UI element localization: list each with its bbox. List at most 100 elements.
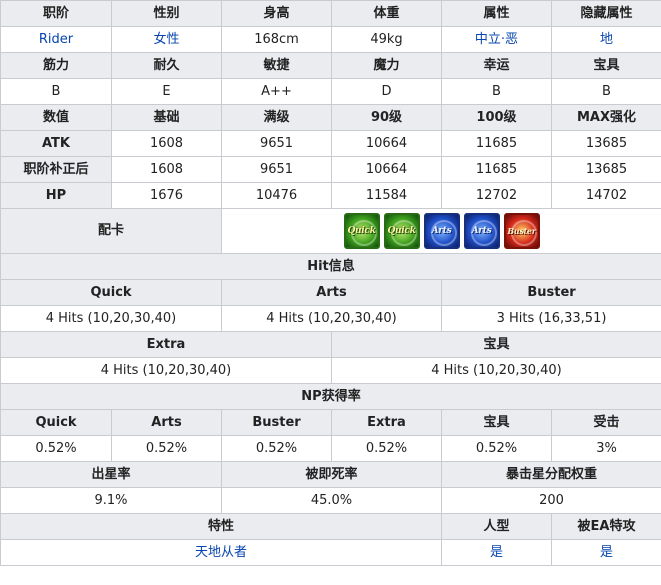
atk-max-enhance: 13685 [551, 130, 661, 157]
np-gain-extra-value: 0.52% [331, 435, 442, 462]
np-gain-title-row: NP获得率 [0, 383, 661, 410]
np-hits-header: 宝具 [331, 331, 661, 358]
np-gain-np-header: 宝具 [441, 409, 552, 436]
atk-90: 10664 [331, 130, 442, 157]
basic-value-row: Rider 女性 168cm 49kg 中立·恶 地 [0, 26, 661, 53]
level-90-header: 90级 [331, 104, 442, 131]
strength-header: 筋力 [0, 52, 112, 79]
luck-value: B [441, 78, 552, 105]
corrected-atk-label: 职阶补正后 [0, 156, 112, 183]
level-100-header: 100级 [441, 104, 552, 131]
base-header: 基础 [111, 104, 222, 131]
traits-link[interactable]: 天地从者 [195, 545, 247, 560]
arts-hits-value: 4 Hits (10,20,30,40) [221, 305, 442, 332]
hit-header-row: Quick Arts Buster [0, 279, 661, 306]
basic-header-row: 职阶 性别 身高 体重 属性 隐藏属性 [0, 0, 661, 27]
hp-base: 1676 [111, 182, 222, 209]
quick-hits-value: 4 Hits (10,20,30,40) [0, 305, 222, 332]
hp-max-enhance: 14702 [551, 182, 661, 209]
luck-header: 幸运 [441, 52, 552, 79]
np-gain-quick-header: Quick [0, 409, 112, 436]
quick-card-icon[interactable]: Quick [343, 213, 380, 249]
params-value-row: B E A++ D B B [0, 78, 661, 105]
np-gain-arts-value: 0.52% [111, 435, 222, 462]
atk-max: 9651 [221, 130, 332, 157]
class-link[interactable]: Rider [39, 32, 73, 47]
corrected-atk-90: 10664 [331, 156, 442, 183]
stats-header-row: 数值 基础 满级 90级 100级 MAX强化 [0, 104, 661, 131]
arts-card-icon[interactable]: Arts [463, 213, 500, 249]
buster-card-icon[interactable]: Buster [503, 213, 540, 249]
np-gain-buster-header: Buster [221, 409, 332, 436]
atk-base: 1608 [111, 130, 222, 157]
alignment-header: 属性 [441, 0, 552, 27]
extra-hits-header: Extra [0, 331, 332, 358]
alignment-link[interactable]: 中立·恶 [475, 32, 518, 47]
arts-hits-header: Arts [221, 279, 442, 306]
buster-hits-value: 3 Hits (16,33,51) [441, 305, 661, 332]
quick-card-icon[interactable]: Quick [383, 213, 420, 249]
death-rate-value: 45.0% [221, 487, 442, 514]
star-weight-header: 暴击星分配权重 [441, 461, 661, 488]
corrected-atk-base: 1608 [111, 156, 222, 183]
hit-title-row: Hit信息 [0, 253, 661, 280]
np-gain-buster-value: 0.52% [221, 435, 332, 462]
atk-100: 11685 [441, 130, 552, 157]
star-weight-value: 200 [441, 487, 661, 514]
class-header: 职阶 [0, 0, 112, 27]
humanoid-header: 人型 [441, 513, 552, 540]
mana-header: 魔力 [331, 52, 442, 79]
traits-header-row: 特性 人型 被EA特攻 [0, 513, 661, 540]
hp-max: 10476 [221, 182, 332, 209]
alignment-cell: 中立·恶 [441, 26, 552, 53]
card-deck: Quick Quick Arts Arts Buster [224, 213, 659, 249]
weight-value: 49kg [331, 26, 442, 53]
corrected-atk-row: 职阶补正后 1608 9651 10664 11685 13685 [0, 156, 661, 183]
class-cell: Rider [0, 26, 112, 53]
hp-row: HP 1676 10476 11584 12702 14702 [0, 182, 661, 209]
max-level-header: 满级 [221, 104, 332, 131]
endurance-value: E [111, 78, 222, 105]
ea-weak-link[interactable]: 是 [600, 545, 613, 560]
hit-header-row-2: Extra 宝具 [0, 331, 661, 358]
np-gain-defense-value: 3% [551, 435, 661, 462]
buster-hits-header: Buster [441, 279, 661, 306]
weight-header: 体重 [331, 0, 442, 27]
np-gain-np-value: 0.52% [441, 435, 552, 462]
np-gain-header-row: Quick Arts Buster Extra 宝具 受击 [0, 409, 661, 436]
traits-value-row: 天地从者 是 是 [0, 539, 661, 566]
np-gain-value-row: 0.52% 0.52% 0.52% 0.52% 0.52% 3% [0, 435, 661, 462]
quick-hits-header: Quick [0, 279, 222, 306]
star-value-row: 9.1% 45.0% 200 [0, 487, 661, 514]
corrected-atk-100: 11685 [441, 156, 552, 183]
gender-link[interactable]: 女性 [153, 32, 179, 47]
death-rate-header: 被即死率 [221, 461, 442, 488]
np-gain-title: NP获得率 [0, 383, 661, 410]
agility-value: A++ [221, 78, 332, 105]
ea-weak-cell: 是 [551, 539, 661, 566]
humanoid-link[interactable]: 是 [490, 545, 503, 560]
traits-cell: 天地从者 [0, 539, 442, 566]
np-hits-value: 4 Hits (10,20,30,40) [331, 357, 661, 384]
np-param-value: B [551, 78, 661, 105]
ea-weak-header: 被EA特攻 [551, 513, 661, 540]
hit-value-row: 4 Hits (10,20,30,40) 4 Hits (10,20,30,40… [0, 305, 661, 332]
humanoid-cell: 是 [441, 539, 552, 566]
np-gain-extra-header: Extra [331, 409, 442, 436]
max-enhance-header: MAX强化 [551, 104, 661, 131]
corrected-atk-max: 9651 [221, 156, 332, 183]
gender-cell: 女性 [111, 26, 222, 53]
arts-card-icon[interactable]: Arts [423, 213, 460, 249]
servant-info-table: 职阶 性别 身高 体重 属性 隐藏属性 Rider 女性 168cm 49kg … [0, 0, 661, 566]
np-gain-quick-value: 0.52% [0, 435, 112, 462]
hit-info-title: Hit信息 [0, 253, 661, 280]
hp-100: 12702 [441, 182, 552, 209]
gender-header: 性别 [111, 0, 222, 27]
height-value: 168cm [221, 26, 332, 53]
np-gain-defense-header: 受击 [551, 409, 661, 436]
hp-90: 11584 [331, 182, 442, 209]
hidden-attribute-link[interactable]: 地 [600, 32, 613, 47]
corrected-atk-max-enhance: 13685 [551, 156, 661, 183]
endurance-header: 耐久 [111, 52, 222, 79]
params-header-row: 筋力 耐久 敏捷 魔力 幸运 宝具 [0, 52, 661, 79]
